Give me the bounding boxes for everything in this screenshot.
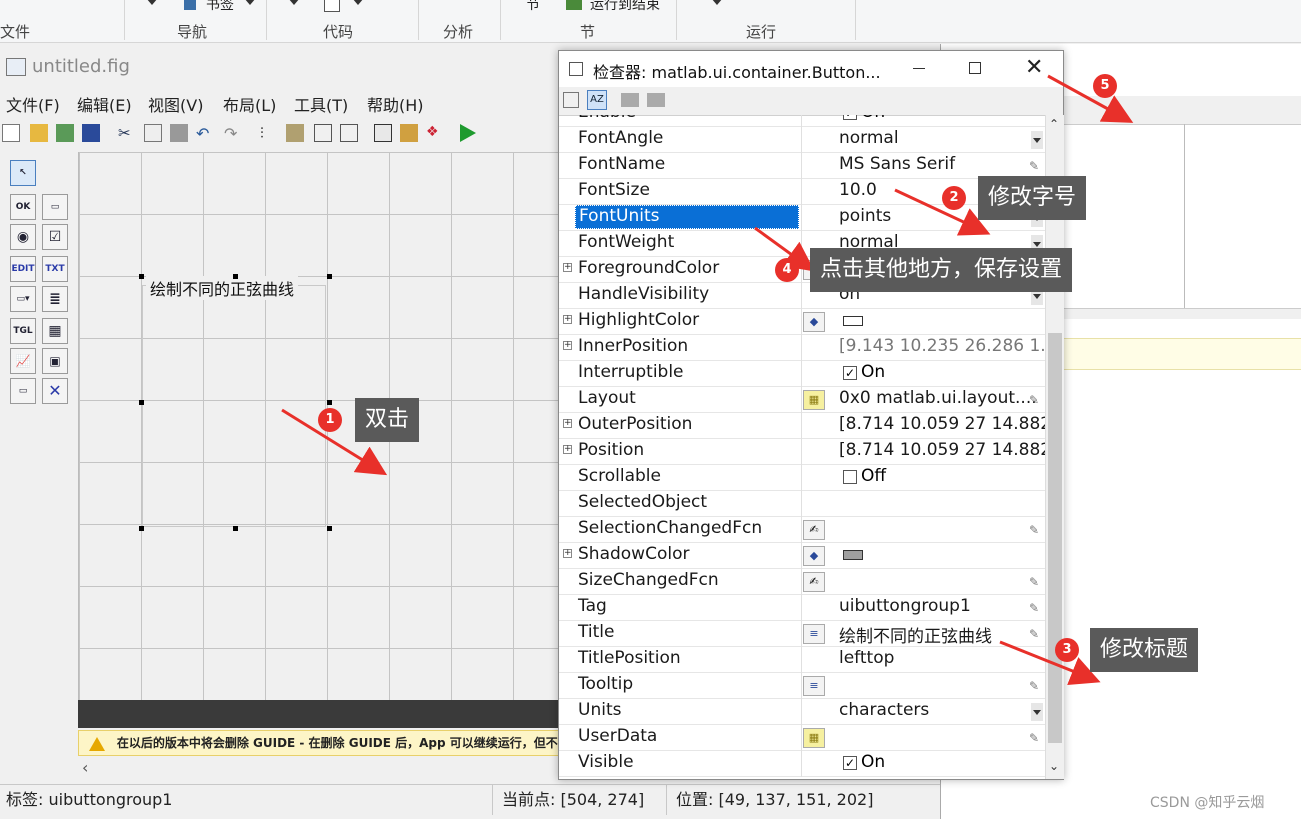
- annotation-arrows: [281, 74, 1134, 686]
- annotation-badge-5: 5: [1093, 74, 1117, 98]
- watermark: CSDN @知乎云烟: [1150, 795, 1265, 811]
- annotation-badge-4: 4: [775, 258, 799, 282]
- arrow-2: [894, 188, 991, 236]
- annotation-callout-4: 点击其他地方，保存设置: [810, 248, 1073, 292]
- annotation-callout-3: 修改标题: [1090, 628, 1199, 672]
- annotation-badge-1: 1: [318, 408, 342, 432]
- annotation-callout-1: 双击: [355, 398, 420, 442]
- annotation-badge-3: 3: [1055, 638, 1079, 662]
- annotation-callout-2: 修改字号: [978, 176, 1087, 220]
- arrow-3: [999, 640, 1101, 686]
- annotation-badge-2: 2: [942, 186, 966, 210]
